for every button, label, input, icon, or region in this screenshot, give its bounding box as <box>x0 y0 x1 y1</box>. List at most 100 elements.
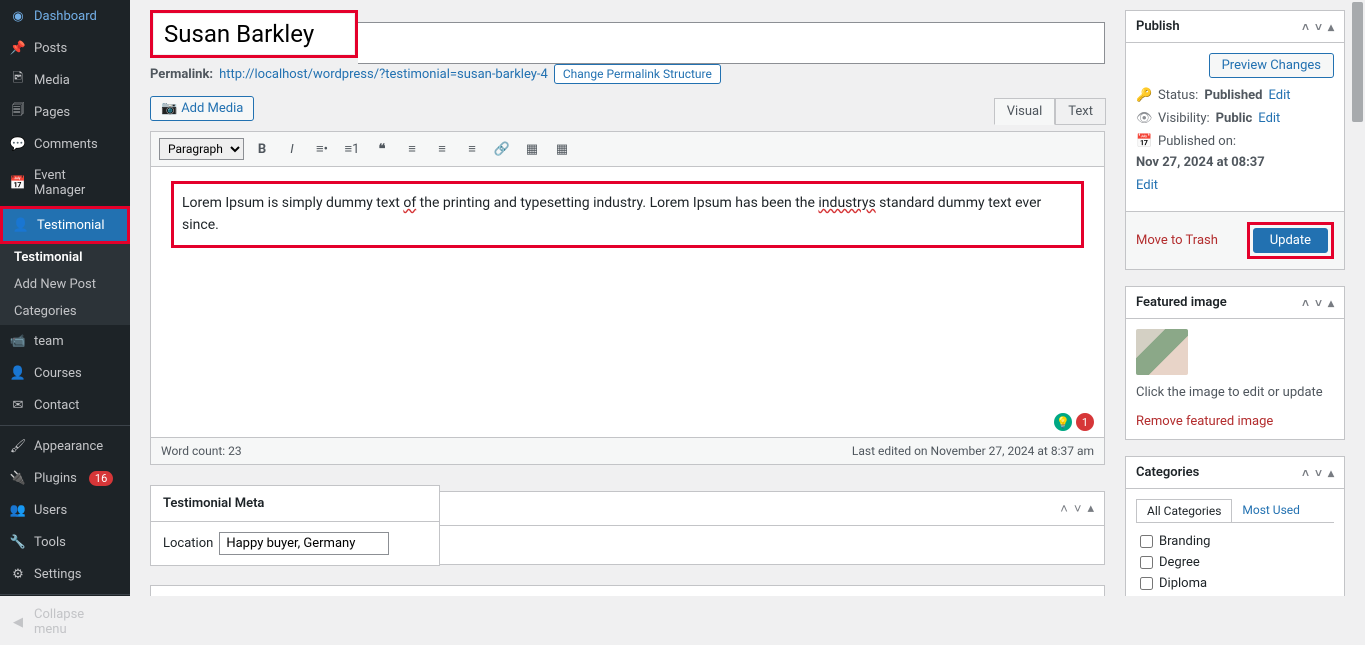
bullet-list-button[interactable]: ≡• <box>310 137 334 161</box>
menu-appearance[interactable]: 🖌 Appearance <box>0 425 130 462</box>
remove-featured-image-link[interactable]: Remove featured image <box>1136 414 1273 429</box>
chevron-up-icon[interactable]: ˄ <box>1060 501 1068 517</box>
chevron-down-icon[interactable]: ˅ <box>1315 296 1322 310</box>
tab-all-categories[interactable]: All Categories <box>1136 499 1232 522</box>
menu-contact[interactable]: ✉ Contact <box>0 389 130 421</box>
editor-tab-text[interactable]: Text <box>1055 98 1106 125</box>
collapse-menu[interactable]: ◀ Collapse menu <box>0 594 130 645</box>
move-to-trash-link[interactable]: Move to Trash <box>1136 233 1218 248</box>
menu-label: Dashboard <box>34 9 97 24</box>
wrench-icon: 🔧 <box>10 534 26 550</box>
update-button[interactable]: Update <box>1253 228 1328 253</box>
featured-image-thumbnail[interactable] <box>1136 329 1188 375</box>
collapse-icon: ◀ <box>10 614 26 630</box>
edit-date-link[interactable]: Edit <box>1136 178 1158 193</box>
align-right-button[interactable]: ≡ <box>460 137 484 161</box>
calendar-icon: 📅 <box>10 175 26 191</box>
menu-tools[interactable]: 🔧 Tools <box>0 526 130 558</box>
vertical-scrollbar[interactable] <box>1350 0 1365 596</box>
preview-changes-button[interactable]: Preview Changes <box>1209 53 1334 78</box>
link-button[interactable]: 🔗 <box>490 137 514 161</box>
chevron-up-icon[interactable]: ˄ <box>1302 466 1309 480</box>
menu-testimonial[interactable]: 👤 Testimonial <box>0 206 130 244</box>
menu-label: Courses <box>34 366 82 381</box>
menu-pages[interactable]: 🗐 Pages <box>0 96 130 128</box>
menu-media[interactable]: 🖻 Media <box>0 64 130 96</box>
post-title-input[interactable] <box>154 14 354 54</box>
camera-icon: 📷 <box>161 101 177 116</box>
permalink-url[interactable]: http://localhost/wordpress/?testimonial=… <box>219 67 548 82</box>
content-text: of <box>403 195 416 211</box>
location-input[interactable] <box>219 532 389 555</box>
chevron-down-icon[interactable]: ˅ <box>1315 466 1322 480</box>
last-edited: Last edited on November 27, 2024 at 8:37… <box>852 444 1094 458</box>
add-media-button[interactable]: 📷 Add Media <box>150 96 254 121</box>
menu-label: Plugins <box>34 471 77 486</box>
chevron-down-icon[interactable]: ˅ <box>1315 20 1322 34</box>
caret-up-icon[interactable]: ▴ <box>1328 20 1334 34</box>
publish-panel: Publish ˄ ˅ ▴ Preview Changes 🔑 Status: … <box>1125 10 1345 270</box>
align-center-button[interactable]: ≡ <box>430 137 454 161</box>
readmore-button[interactable]: ▦ <box>520 137 544 161</box>
submenu-categories[interactable]: Categories <box>0 298 130 325</box>
grammar-error-badge[interactable]: 1 <box>1076 413 1094 431</box>
editor-status-bar: Word count: 23 Last edited on November 2… <box>151 437 1104 464</box>
toolbar-toggle-button[interactable]: ▦ <box>550 137 574 161</box>
visibility-label: Visibility: <box>1158 111 1210 126</box>
calendar-icon: 📅 <box>1136 134 1152 149</box>
category-item[interactable]: Degree <box>1140 552 1334 573</box>
main-content: Permalink: http://localhost/wordpress/?t… <box>130 0 1365 596</box>
featured-image-panel: Featured image ˄ ˅ ▴ Click the image to … <box>1125 286 1345 440</box>
grammar-badge-icon[interactable]: 💡 <box>1054 413 1072 431</box>
menu-team[interactable]: 📹 team <box>0 325 130 357</box>
category-checkbox[interactable] <box>1140 535 1153 548</box>
numbered-list-button[interactable]: ≡1 <box>340 137 364 161</box>
submenu-testimonial-list[interactable]: Testimonial <box>0 244 130 271</box>
menu-settings[interactable]: ⚙ Settings <box>0 558 130 590</box>
chevron-up-icon[interactable]: ˄ <box>1302 296 1309 310</box>
add-media-label: Add Media <box>181 101 243 116</box>
status-label: Status: <box>1158 88 1198 103</box>
menu-posts[interactable]: 📌 Posts <box>0 32 130 64</box>
permalink-label: Permalink: <box>150 67 213 82</box>
submenu-add-new[interactable]: Add New Post <box>0 271 130 298</box>
caret-up-icon[interactable]: ▴ <box>1087 501 1094 517</box>
menu-courses[interactable]: 👤 Courses <box>0 357 130 389</box>
change-permalink-button[interactable]: Change Permalink Structure <box>554 64 721 84</box>
category-checkbox[interactable] <box>1140 556 1153 569</box>
menu-plugins[interactable]: 🔌 Plugins 16 <box>0 462 130 494</box>
metabox-title: Testimonial Meta <box>163 496 264 511</box>
editor-body[interactable]: Lorem Ipsum is simply dummy text of the … <box>151 167 1104 407</box>
editor-tab-visual[interactable]: Visual <box>994 98 1056 125</box>
blockquote-button[interactable]: ❝ <box>370 137 394 161</box>
permalink-row: Permalink: http://localhost/wordpress/?t… <box>150 64 1105 84</box>
dashboard-icon: ◉ <box>10 8 26 24</box>
category-checkbox[interactable] <box>1140 577 1153 590</box>
edit-status-link[interactable]: Edit <box>1268 88 1290 103</box>
bold-button[interactable]: B <box>250 137 274 161</box>
chevron-down-icon[interactable]: ˅ <box>1074 501 1082 517</box>
category-item[interactable]: Branding <box>1140 531 1334 552</box>
menu-users[interactable]: 👥 Users <box>0 494 130 526</box>
scrollbar-thumb[interactable] <box>1352 2 1363 122</box>
status-value: Published <box>1204 88 1262 103</box>
menu-comments[interactable]: 💬 Comments <box>0 128 130 160</box>
align-left-button[interactable]: ≡ <box>400 137 424 161</box>
menu-event-manager[interactable]: 📅 Event Manager <box>0 160 130 206</box>
video-icon: 📹 <box>10 333 26 349</box>
panel-title: Publish <box>1136 19 1180 34</box>
category-list: Branding Degree Diploma Uncategorized <box>1136 531 1334 596</box>
category-item[interactable]: Diploma <box>1140 573 1334 594</box>
chevron-up-icon[interactable]: ˄ <box>1302 20 1309 34</box>
format-select[interactable]: Paragraph <box>159 138 244 160</box>
menu-dashboard[interactable]: ◉ Dashboard <box>0 0 130 32</box>
caret-up-icon[interactable]: ▴ <box>1328 296 1334 310</box>
page-icon: 🗐 <box>10 104 26 120</box>
submenu-testimonial: Testimonial Add New Post Categories <box>0 244 130 325</box>
italic-button[interactable]: I <box>280 137 304 161</box>
admin-sidebar: ◉ Dashboard 📌 Posts 🖻 Media 🗐 Pages 💬 Co… <box>0 0 130 596</box>
edit-visibility-link[interactable]: Edit <box>1258 111 1280 126</box>
caret-up-icon[interactable]: ▴ <box>1328 466 1334 480</box>
eye-icon: 👁 <box>1136 111 1152 126</box>
tab-most-used[interactable]: Most Used <box>1232 499 1310 522</box>
